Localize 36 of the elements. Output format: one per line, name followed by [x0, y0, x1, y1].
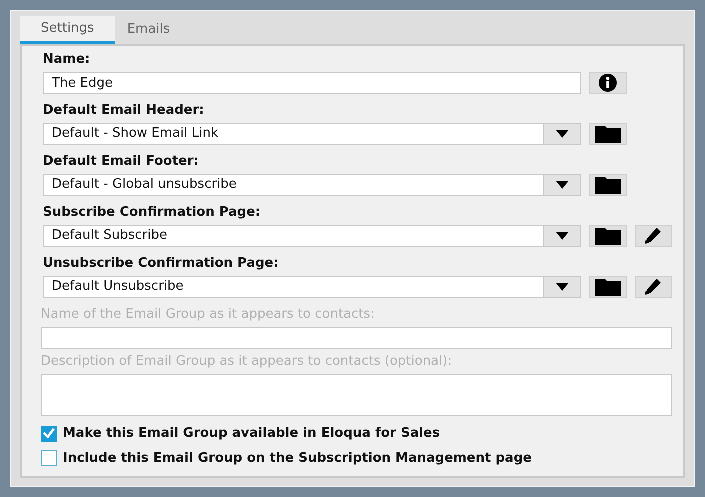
pencil-icon: [644, 227, 662, 245]
folder-button[interactable]: [589, 225, 626, 247]
folder-icon: [594, 227, 621, 245]
folder-icon: [595, 176, 621, 194]
folder-icon: [594, 278, 621, 296]
field-label: Unsubscribe Confirmation Page:: [43, 256, 279, 272]
text-field[interactable]: The Edge: [43, 72, 581, 94]
dropdown-field[interactable]: Default - Global unsubscribe: [43, 174, 581, 196]
dropdown-field[interactable]: Default Subscribe: [43, 225, 581, 247]
field-label: Name:: [43, 52, 90, 68]
checkbox-label: Make this Email Group available in Eloqua for Sales: [63, 425, 440, 443]
field-label: Default Email Footer:: [43, 154, 199, 170]
tab[interactable]: Settings: [20, 16, 116, 44]
dropdown-field[interactable]: Default Unsubscribe: [43, 276, 581, 298]
info-icon[interactable]: [589, 72, 627, 94]
checkbox[interactable]: [41, 426, 57, 442]
folder-button[interactable]: [589, 123, 627, 145]
checkmark-icon: [43, 428, 55, 440]
checkbox-label: Include this Email Group on the Subscription Management page: [63, 450, 532, 468]
caret-icon: [556, 283, 568, 291]
caret-icon: [556, 232, 568, 240]
tab[interactable]: Emails: [115, 16, 182, 44]
field-label: Name of the Email Group as it appears to contacts:: [41, 307, 375, 323]
field-label: Description of Email Group as it appears to contacts (optional):: [41, 354, 452, 370]
folder-icon: [595, 125, 621, 143]
edit-button[interactable]: [634, 276, 672, 298]
dropdown-field[interactable]: Default - Show Email Link: [43, 123, 581, 145]
edit-button[interactable]: [634, 225, 672, 247]
field-label: Default Email Header:: [43, 103, 204, 119]
folder-button[interactable]: [589, 174, 627, 196]
pencil-icon: [644, 278, 662, 296]
caret-icon: [556, 181, 568, 189]
folder-button[interactable]: [589, 276, 626, 298]
checkbox[interactable]: [41, 450, 57, 466]
field-label: Subscribe Confirmation Page:: [43, 205, 261, 221]
caret-icon: [556, 130, 568, 138]
